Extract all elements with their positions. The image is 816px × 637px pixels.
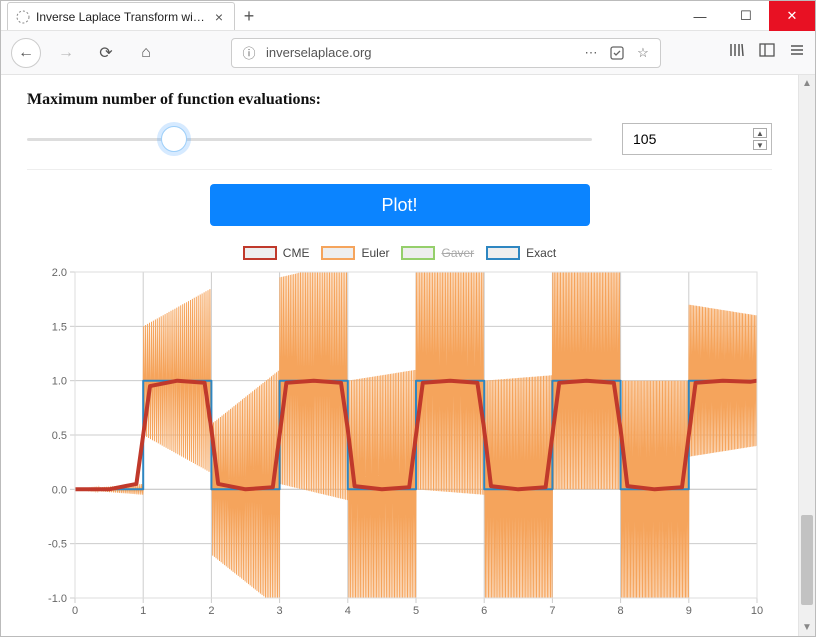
browser-window: Inverse Laplace Transform with CM × + — … [0,0,816,637]
svg-text:1.5: 1.5 [52,321,67,333]
legend-swatch [401,246,435,260]
page-favicon [16,10,30,24]
scroll-down-button[interactable]: ▼ [799,619,815,636]
slider-thumb[interactable] [161,126,187,152]
svg-text:-0.5: -0.5 [48,539,67,551]
library-icon[interactable] [729,42,745,63]
address-bar[interactable]: ⓘ inverselaplace.org ⋯ ☆ [231,38,661,68]
svg-text:1: 1 [140,605,146,617]
tab-title: Inverse Laplace Transform with CM [36,10,206,24]
svg-text:-1.0: -1.0 [48,593,67,605]
url-text: inverselaplace.org [266,45,574,60]
svg-text:0.5: 0.5 [52,430,67,442]
site-info-icon[interactable]: ⓘ [240,43,258,62]
plot-button-row: Plot! [27,184,772,226]
tab-strip: Inverse Laplace Transform with CM × + [1,1,677,30]
plot-button[interactable]: Plot! [210,184,590,226]
svg-text:4: 4 [345,605,351,617]
nav-toolbar: ← → ⟳ ⌂ ⓘ inverselaplace.org ⋯ ☆ [1,31,815,75]
legend-swatch [243,246,277,260]
toolbar-right [729,42,805,63]
svg-text:10: 10 [751,605,763,617]
scroll-up-button[interactable]: ▲ [799,75,815,92]
scroll-thumb[interactable] [801,515,813,605]
legend-swatch [321,246,355,260]
slider-row: 105 ▲ ▼ [27,123,772,170]
vertical-scrollbar[interactable]: ▲ ▼ [798,75,815,636]
chart-area: CMEEulerGaverExact 012345678910-1.0-0.50… [27,246,772,624]
menu-icon[interactable] [789,42,805,63]
nav-back-button[interactable]: ← [11,38,41,68]
browser-tab[interactable]: Inverse Laplace Transform with CM × [7,2,235,30]
max-eval-slider[interactable] [27,129,592,149]
page-actions-icon[interactable]: ⋯ [582,45,600,61]
svg-text:0: 0 [72,605,78,617]
max-eval-value: 105 [633,131,656,147]
svg-text:8: 8 [618,605,624,617]
nav-home-button[interactable]: ⌂ [131,38,161,68]
legend-label: Euler [361,246,389,260]
reader-mode-icon[interactable] [608,46,626,60]
viewport: Maximum number of function evaluations: … [1,75,815,636]
legend-label: CME [283,246,310,260]
chart-legend[interactable]: CME Euler Gaver Exact [27,246,772,260]
sidebar-icon[interactable] [759,42,775,63]
svg-text:6: 6 [481,605,487,617]
window-minimize-button[interactable]: — [677,1,723,31]
nav-forward-button[interactable]: → [51,38,81,68]
nav-reload-button[interactable]: ⟳ [91,38,121,68]
svg-text:5: 5 [413,605,419,617]
svg-text:1.0: 1.0 [52,376,67,388]
legend-item-euler[interactable]: Euler [321,246,389,260]
legend-item-exact[interactable]: Exact [486,246,556,260]
window-maximize-button[interactable]: ☐ [723,1,769,31]
svg-text:0.0: 0.0 [52,484,67,496]
legend-label: Gaver [441,246,474,260]
svg-text:2: 2 [208,605,214,617]
legend-label: Exact [526,246,556,260]
window-close-button[interactable]: ✕ [769,1,815,31]
max-eval-number-input[interactable]: 105 ▲ ▼ [622,123,772,155]
bookmark-star-icon[interactable]: ☆ [634,45,652,61]
legend-swatch [486,246,520,260]
svg-text:3: 3 [277,605,283,617]
legend-item-gaver[interactable]: Gaver [401,246,474,260]
svg-text:9: 9 [686,605,692,617]
svg-text:7: 7 [549,605,555,617]
window-controls: — ☐ ✕ [677,1,815,30]
titlebar: Inverse Laplace Transform with CM × + — … [1,1,815,31]
tab-close-button[interactable]: × [212,10,226,24]
number-spinner: ▲ ▼ [753,128,767,150]
spin-up-button[interactable]: ▲ [753,128,767,138]
svg-text:2.0: 2.0 [52,267,67,279]
chart-plot[interactable]: 0 1 2 3 4 5 6 7 8 9 10 -1.0 -0.5 0.0 0.5 1.0 1.5 2.0 [27,266,767,624]
form-label-max-eval: Maximum number of function evaluations: [27,91,772,109]
slider-track [27,138,592,141]
new-tab-button[interactable]: + [235,2,263,30]
legend-item-cme[interactable]: CME [243,246,310,260]
spin-down-button[interactable]: ▼ [753,140,767,150]
page-content: Maximum number of function evaluations: … [1,75,798,636]
